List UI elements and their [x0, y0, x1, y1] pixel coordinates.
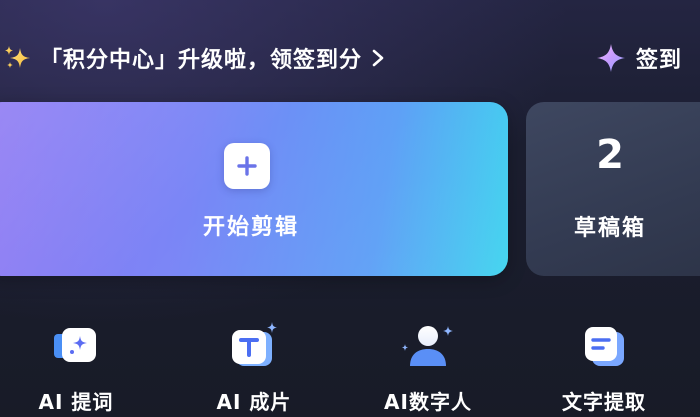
tool-label: AI数字人	[384, 390, 472, 414]
tool-ai-prompt[interactable]: AI 提词	[11, 312, 141, 417]
digital-human-icon	[402, 326, 453, 366]
tool-label: 文字提取	[562, 390, 646, 414]
text-extract-icon	[585, 327, 624, 366]
draft-box-card[interactable]: 2 草稿箱	[526, 102, 700, 276]
draft-count: 2	[596, 132, 624, 178]
sparkles-icon	[5, 46, 30, 68]
chevron-right-icon	[372, 49, 384, 67]
start-editing-label: 开始剪辑	[202, 215, 299, 240]
home-screen: 「积分中心」升级啦，领签到分 签到 开始剪辑 2 草稿箱 AI 提词 AI 成片…	[0, 0, 700, 417]
plus-button-box	[224, 143, 270, 189]
start-editing-card[interactable]: 开始剪辑	[0, 102, 508, 276]
check-in-label: 签到	[635, 48, 682, 73]
tool-digital-human[interactable]: AI数字人	[363, 312, 493, 417]
points-center-banner[interactable]: 「积分中心」升级啦，领签到分	[0, 36, 386, 80]
plus-icon	[237, 156, 257, 176]
banner-text: 「积分中心」升级啦，领签到分	[40, 48, 363, 73]
tool-label: AI 成片	[216, 390, 292, 414]
draft-box-label: 草稿箱	[573, 216, 646, 241]
ai-video-icon	[232, 322, 277, 366]
tool-label: AI 提词	[38, 390, 114, 414]
check-in-button[interactable]: 签到	[596, 36, 682, 80]
diamond-sparkle-icon	[596, 44, 625, 72]
tool-ai-video[interactable]: AI 成片	[189, 312, 319, 417]
tool-text-extract[interactable]: 文字提取	[539, 312, 669, 417]
ai-prompt-icon	[54, 328, 96, 362]
